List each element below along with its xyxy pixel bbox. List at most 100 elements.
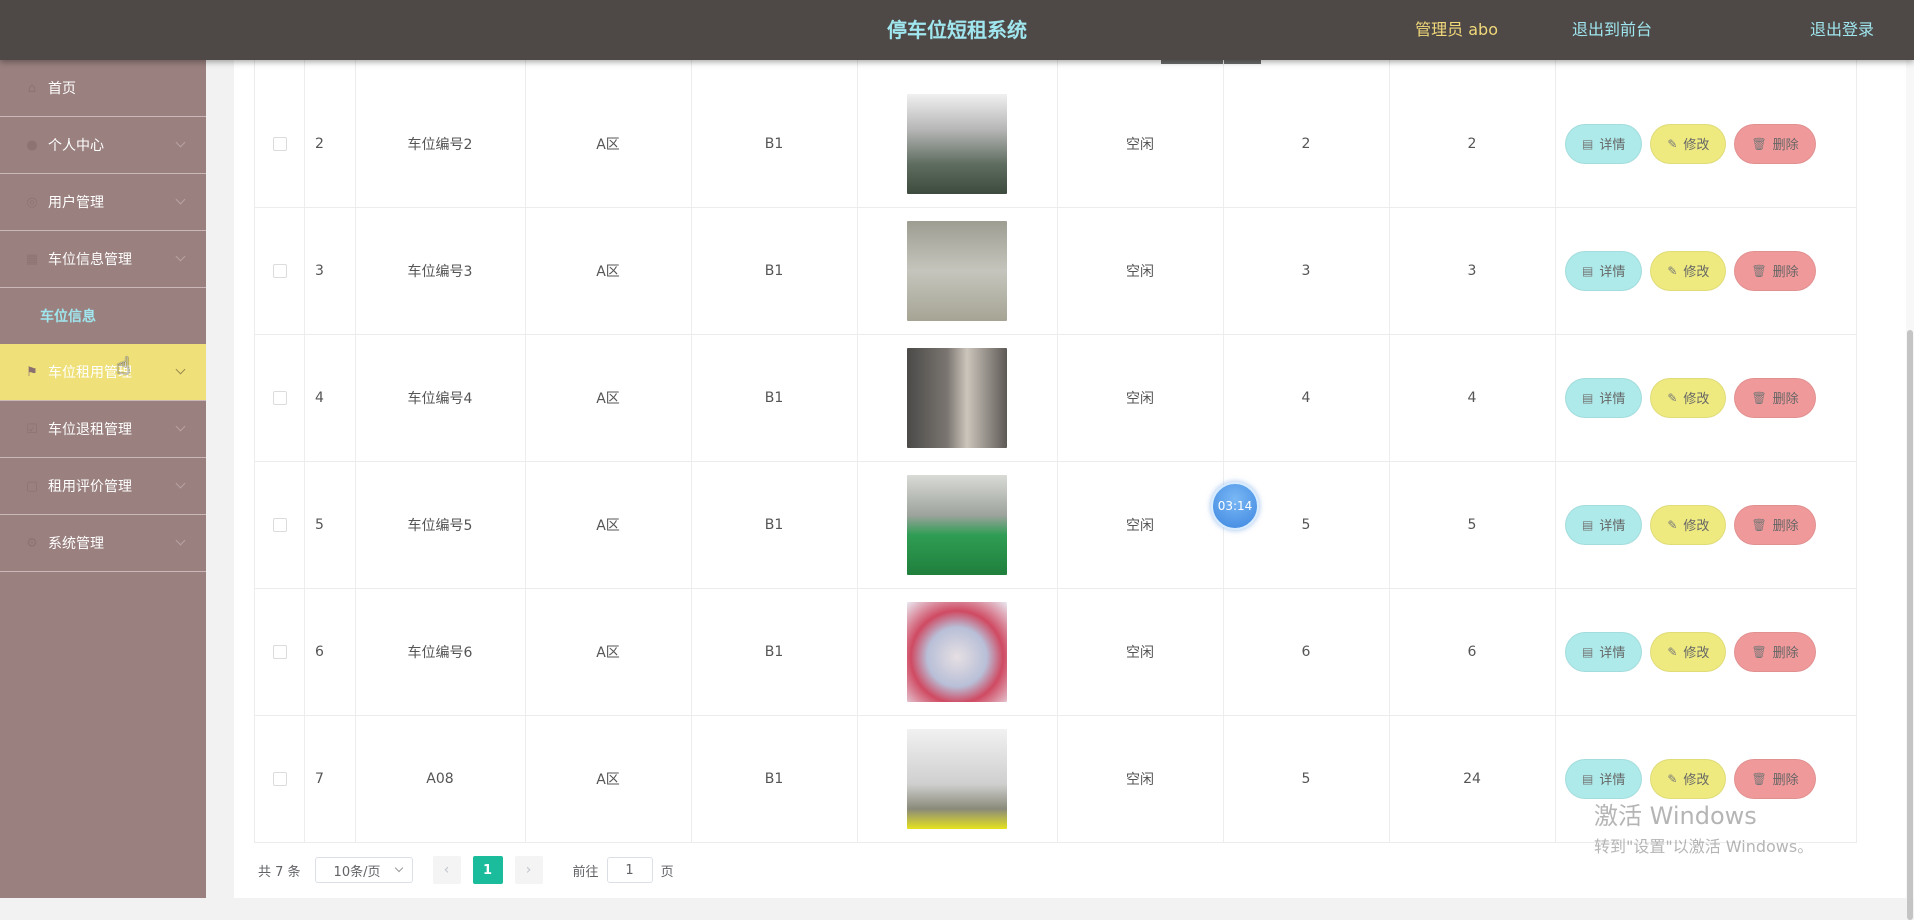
column-8-value: 5 (1467, 516, 1477, 533)
prev-page-button[interactable]: ‹ (432, 856, 461, 884)
scrollbar-thumb[interactable] (1907, 330, 1913, 920)
parking-code: 车位编号4 (407, 390, 473, 407)
column-7-value: 4 (1301, 389, 1311, 406)
parking-code: A08 (426, 770, 454, 787)
row-index: 7 (315, 770, 324, 787)
actions-cell: ▤ 详情 ✎ 修改 🗑 删除 (1555, 207, 1856, 334)
edit-button[interactable]: ✎ 修改 (1650, 377, 1727, 418)
parking-image-cell (857, 715, 1057, 842)
parking-floor: B1 (764, 389, 784, 406)
document-icon: ▤ (1582, 517, 1594, 532)
trash-icon: 🗑 (1751, 263, 1767, 278)
edit-button[interactable]: ✎ 修改 (1650, 123, 1727, 164)
document-icon: ▤ (1582, 644, 1594, 659)
column-7-value: 3 (1301, 262, 1311, 279)
row-index: 2 (315, 135, 324, 152)
pencil-icon: ✎ (1667, 263, 1678, 278)
detail-button[interactable]: ▤ 详情 (1565, 631, 1643, 672)
detail-button[interactable]: ▤ 详情 (1565, 250, 1643, 291)
trash-icon: 🗑 (1751, 644, 1767, 659)
row-checkbox[interactable] (272, 771, 287, 786)
scrollbar-track[interactable] (1906, 60, 1914, 920)
delete-button[interactable]: 🗑 删除 (1734, 123, 1816, 164)
sidebar-item-profile[interactable]: ● 个人中心 (0, 117, 206, 174)
sidebar-item-label: 车位退租管理 (48, 422, 132, 438)
row-checkbox[interactable] (272, 263, 287, 278)
chevron-down-icon (175, 364, 186, 375)
go-front-link[interactable]: 退出到前台 (1572, 0, 1652, 60)
trash-icon: 🗑 (1751, 390, 1767, 405)
goto-label: 前往 (572, 864, 599, 880)
delete-button[interactable]: 🗑 删除 (1734, 377, 1816, 418)
parking-image-cell (857, 207, 1057, 334)
row-index: 3 (315, 262, 324, 279)
button-label: 修改 (1683, 646, 1710, 661)
sidebar-item-rental[interactable]: ⚑ 车位租用管理 (0, 344, 206, 401)
delete-button[interactable]: 🗑 删除 (1734, 504, 1816, 545)
detail-button[interactable]: ▤ 详情 (1565, 504, 1643, 545)
detail-button[interactable]: ▤ 详情 (1565, 123, 1643, 164)
sidebar-item-label: 系统管理 (48, 536, 104, 552)
sidebar-item-reviews[interactable]: ▢ 租用评价管理 (0, 458, 206, 515)
parking-status: 空闲 (1126, 644, 1154, 661)
page-size-select[interactable]: 10条/页 (314, 857, 413, 883)
delete-button[interactable]: 🗑 删除 (1734, 250, 1816, 291)
button-label: 详情 (1599, 773, 1626, 788)
sidebar: ⌂ 首页 ● 个人中心 ◎ 用户管理 ▦ 车位信息管理 车位信息 ⚑ 车位租用管… (0, 60, 206, 898)
sidebar-item-users[interactable]: ◎ 用户管理 (0, 174, 206, 231)
windows-activation-watermark: 激活 Windows 转到"设置"以激活 Windows。 (1594, 796, 1813, 857)
sidebar-item-home[interactable]: ⌂ 首页 (0, 60, 206, 117)
detail-button[interactable]: ▤ 详情 (1565, 377, 1643, 418)
edit-button[interactable]: ✎ 修改 (1650, 504, 1727, 545)
actions-cell: ▤ 详情 ✎ 修改 🗑 删除 (1555, 80, 1856, 207)
page-size-value: 10条/页 (333, 864, 381, 880)
parking-photo (907, 728, 1007, 829)
sidebar-item-return[interactable]: ☑ 车位退租管理 (0, 401, 206, 458)
logout-link[interactable]: 退出登录 (1810, 0, 1874, 60)
parking-code: 车位编号2 (407, 136, 473, 153)
actions-cell: ▤ 详情 ✎ 修改 🗑 删除 (1555, 588, 1856, 715)
row-checkbox[interactable] (272, 390, 287, 405)
detail-button[interactable]: ▤ 详情 (1565, 758, 1643, 799)
delete-button[interactable]: 🗑 删除 (1734, 631, 1816, 672)
trash-icon: 🗑 (1751, 771, 1767, 786)
sidebar-item-parking-info[interactable]: ▦ 车位信息管理 (0, 231, 206, 288)
edit-button[interactable]: ✎ 修改 (1650, 758, 1727, 799)
checkbox-cell (255, 588, 304, 715)
parking-area: A区 (596, 517, 620, 534)
pencil-icon: ✎ (1667, 390, 1678, 405)
actions-cell: ▤ 详情 ✎ 修改 🗑 删除 (1555, 461, 1856, 588)
button-label: 删除 (1772, 138, 1799, 153)
column-7-value: 6 (1301, 643, 1311, 660)
page-unit-label: 页 (660, 864, 674, 880)
pagination: 共 7 条 10条/页 ‹ 1 › 前往 页 (258, 856, 674, 884)
parking-status: 空闲 (1126, 136, 1154, 153)
row-index: 6 (315, 643, 324, 660)
top-header: 停车位短租系统 管理员 abo 退出到前台 退出登录 (0, 0, 1914, 60)
edit-button[interactable]: ✎ 修改 (1650, 631, 1727, 672)
chevron-down-icon (175, 251, 186, 262)
floating-timer-badge[interactable]: 03:14 (1211, 482, 1259, 530)
page-number-current[interactable]: 1 (472, 856, 503, 884)
goto-page-input[interactable] (606, 857, 653, 883)
row-index: 4 (315, 389, 324, 406)
parking-code: 车位编号3 (407, 263, 473, 280)
column-8-value: 2 (1467, 135, 1477, 152)
parking-floor: B1 (764, 643, 784, 660)
sidebar-item-system[interactable]: ⚙ 系统管理 (0, 515, 206, 572)
next-page-button[interactable]: › (514, 856, 543, 884)
edit-button[interactable]: ✎ 修改 (1650, 250, 1727, 291)
delete-button[interactable]: 🗑 删除 (1734, 758, 1816, 799)
home-icon: ⌂ (27, 80, 37, 96)
total-count: 共 7 条 (258, 864, 301, 880)
button-label: 详情 (1599, 519, 1626, 534)
column-8-value: 4 (1467, 389, 1477, 406)
sidebar-subitem-parking-info[interactable]: 车位信息 (0, 288, 206, 344)
button-label: 删除 (1772, 646, 1799, 661)
chevron-down-icon (175, 194, 186, 205)
column-8-value: 3 (1467, 262, 1477, 279)
row-checkbox[interactable] (272, 136, 287, 151)
row-checkbox[interactable] (272, 644, 287, 659)
parking-image-cell (857, 588, 1057, 715)
row-checkbox[interactable] (272, 517, 287, 532)
